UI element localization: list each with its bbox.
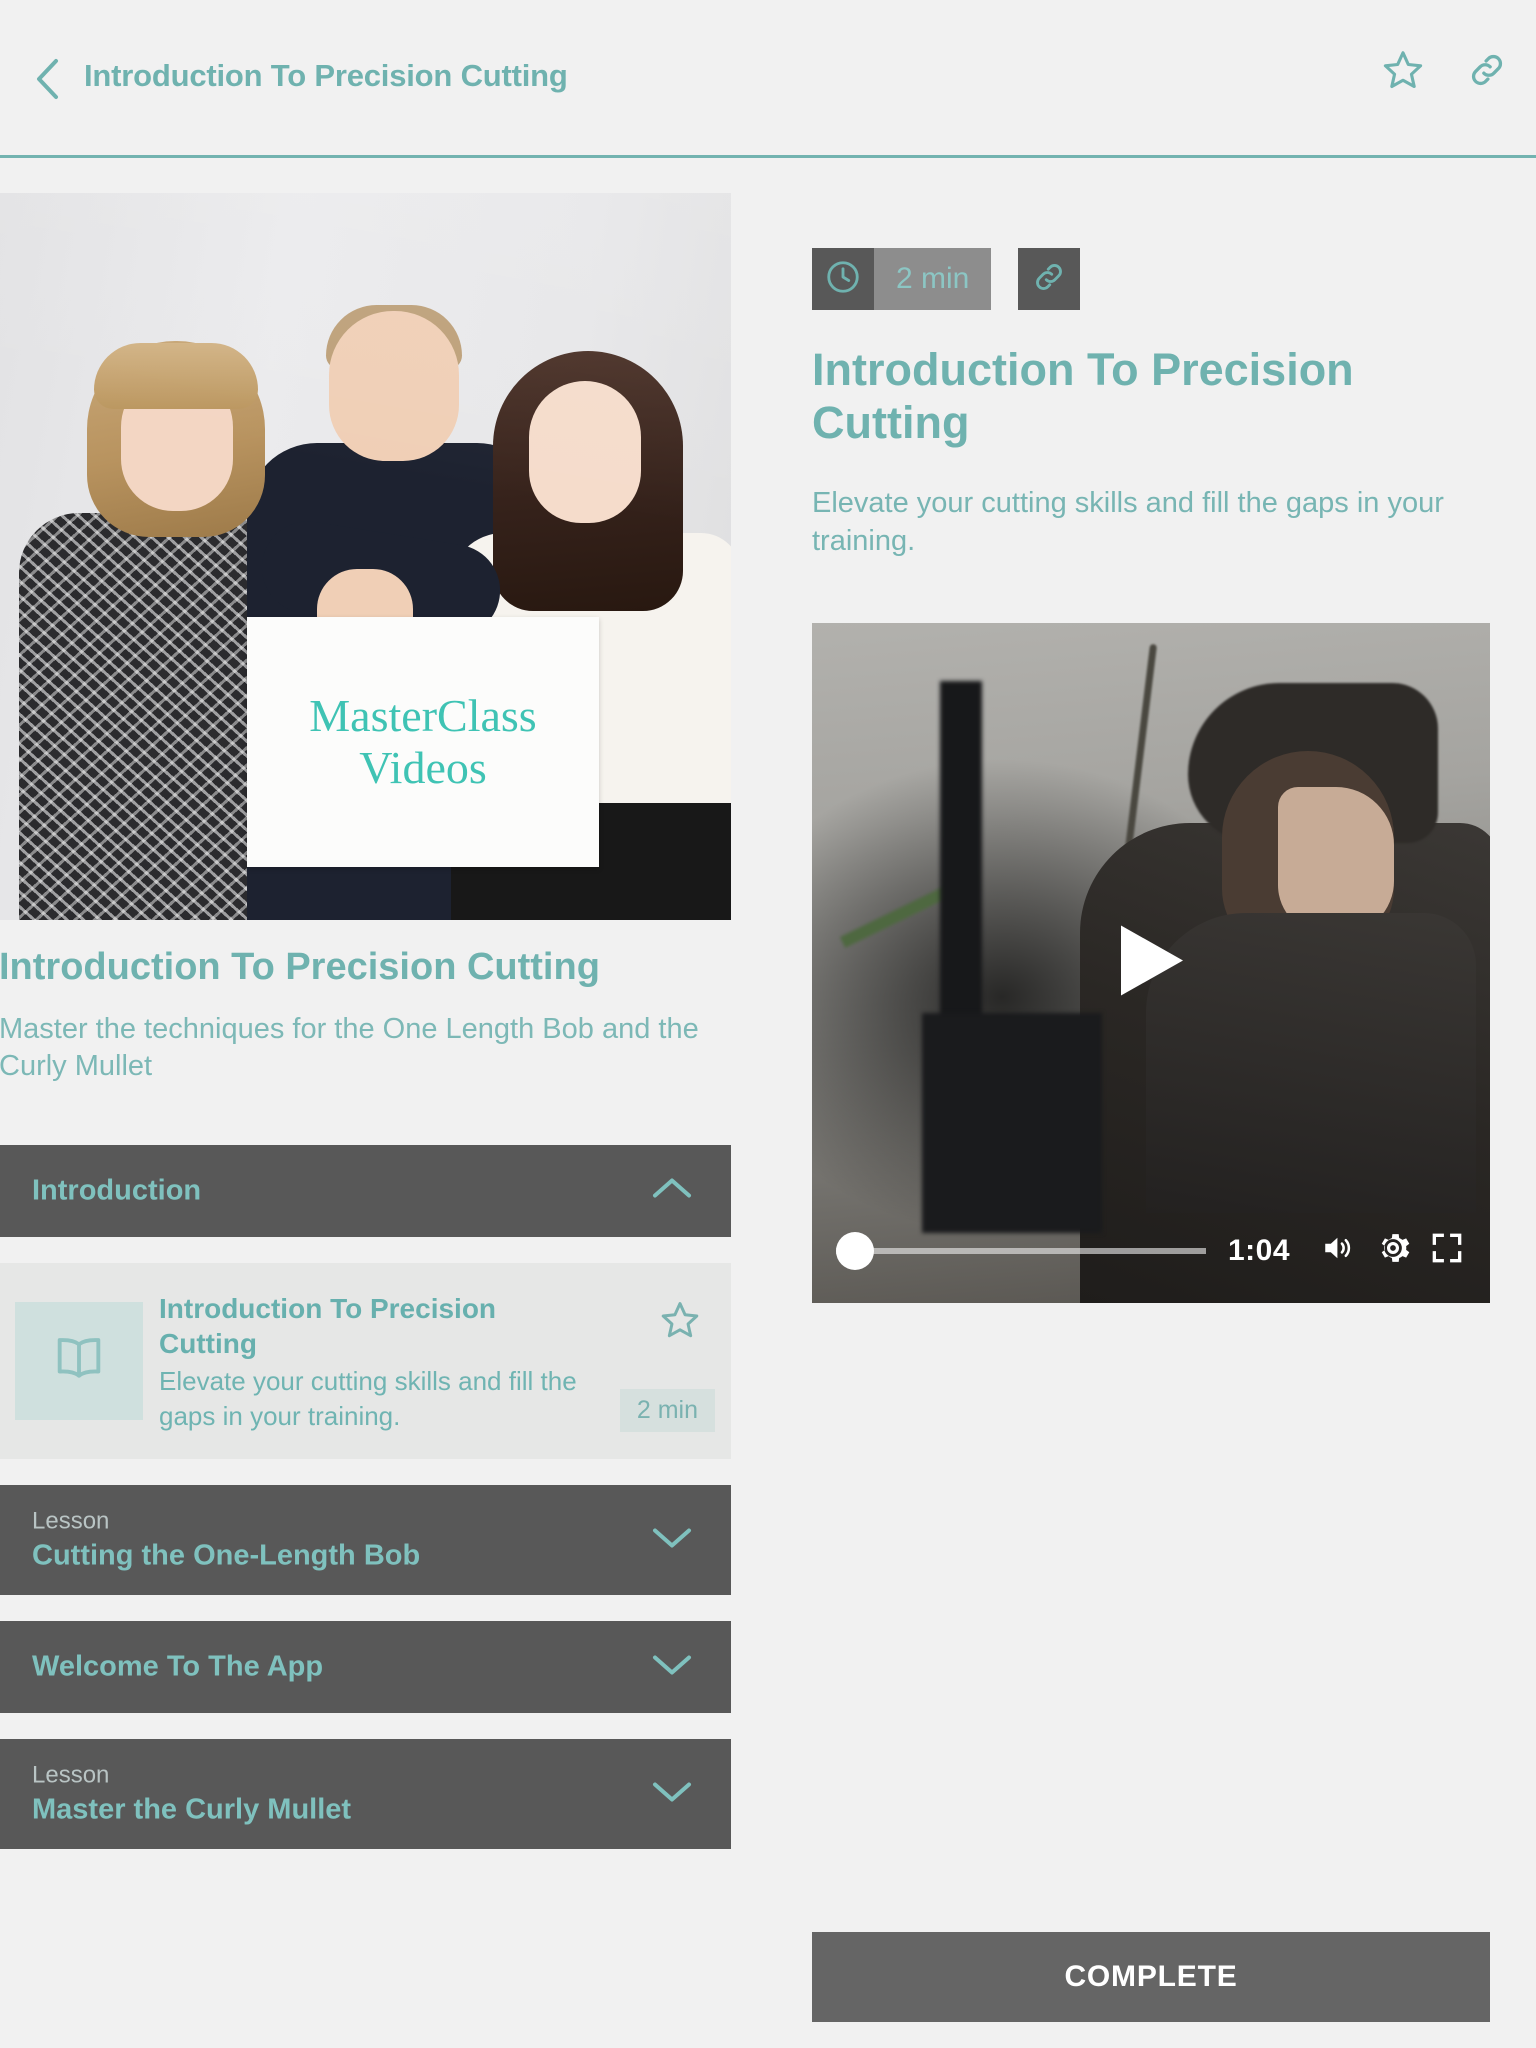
accordion-master-the-curly-mullet[interactable]: Lesson Master the Curly Mullet — [0, 1738, 731, 1849]
chevron-up-icon[interactable] — [649, 1173, 695, 1208]
accordion-welcome-to-the-app[interactable]: Welcome To The App — [0, 1620, 731, 1713]
course-title: Introduction To Precision Cutting — [0, 946, 600, 988]
accordion-welcome-inner: Welcome To The App — [32, 1649, 323, 1684]
video-model-cape — [1146, 912, 1476, 1213]
hero-image: MasterClass Videos — [0, 193, 731, 920]
detail-meta-row: 2 min — [812, 248, 1490, 310]
chevron-left-icon — [33, 57, 63, 101]
chevron-down-icon[interactable] — [649, 1649, 695, 1684]
hero-overlay — [0, 193, 731, 920]
detail-duration: 2 min — [874, 248, 992, 310]
lesson-card-duration: 2 min — [619, 1388, 715, 1432]
video-progress-handle[interactable] — [836, 1231, 874, 1270]
curriculum-list: Introduction Introduction To Precision C… — [0, 1144, 731, 1849]
app-header: Introduction To Precision Cutting — [0, 0, 1536, 158]
link-icon[interactable] — [1466, 49, 1508, 96]
accordion-introduction-inner: Introduction — [32, 1173, 201, 1208]
header-actions — [1380, 48, 1508, 97]
accordion-cutting-the-one-length-bob[interactable]: Lesson Cutting the One-Length Bob — [0, 1484, 731, 1595]
volume-up-icon[interactable] — [1318, 1230, 1358, 1271]
gear-icon[interactable] — [1374, 1229, 1412, 1272]
chevron-down-icon[interactable] — [649, 1776, 695, 1811]
video-prop-rig — [922, 1012, 1102, 1233]
left-column: MasterClass Videos Introduction To Preci… — [0, 193, 731, 1875]
star-outline-icon[interactable] — [1380, 48, 1426, 97]
video-time: 1:04 — [1227, 1233, 1290, 1267]
clock-badge — [812, 248, 874, 310]
link-icon — [1031, 259, 1067, 300]
lesson-card-text: Introduction To Precision Cutting Elevat… — [159, 1291, 579, 1434]
right-column: 2 min Introduction To Precision Cutting … — [812, 248, 1490, 1303]
detail-title: Introduction To Precision Cutting — [812, 344, 1354, 449]
fullscreen-icon[interactable] — [1428, 1229, 1466, 1272]
detail-description: Elevate your cutting skills and fill the… — [812, 487, 1444, 557]
chevron-down-icon[interactable] — [649, 1522, 695, 1557]
accordion-mullet-kicker: Lesson — [32, 1761, 110, 1789]
accordion-introduction-label: Introduction — [32, 1174, 202, 1207]
page-title: Introduction To Precision Cutting — [84, 58, 568, 93]
complete-button[interactable]: COMPLETE — [812, 1932, 1490, 2022]
lesson-card-title: Introduction To Precision Cutting — [159, 1292, 497, 1360]
video-progress-bar[interactable] — [836, 1231, 1206, 1270]
accordion-bob-label: Cutting the One-Length Bob — [32, 1539, 421, 1572]
lesson-thumbnail — [15, 1301, 143, 1420]
lesson-card-introduction[interactable]: Introduction To Precision Cutting Elevat… — [0, 1262, 731, 1459]
back-button[interactable] — [33, 57, 63, 101]
book-open-icon — [50, 1329, 108, 1392]
clock-icon — [824, 258, 862, 301]
video-controls: 1:04 — [812, 1229, 1490, 1273]
accordion-welcome-label: Welcome To The App — [32, 1650, 324, 1683]
accordion-bob-inner: Lesson Cutting the One-Length Bob — [32, 1506, 420, 1573]
star-outline-icon[interactable] — [658, 1299, 702, 1346]
video-player[interactable]: 1:04 — [812, 622, 1490, 1303]
lesson-card-description: Elevate your cutting skills and fill the… — [159, 1365, 577, 1431]
accordion-bob-kicker: Lesson — [32, 1507, 110, 1535]
accordion-introduction[interactable]: Introduction — [0, 1144, 731, 1237]
share-button[interactable] — [1018, 248, 1081, 310]
accordion-mullet-inner: Lesson Master the Curly Mullet — [32, 1760, 351, 1827]
play-icon[interactable] — [1115, 921, 1187, 1004]
course-subtitle: Master the techniques for the One Length… — [0, 1013, 699, 1082]
accordion-mullet-label: Master the Curly Mullet — [32, 1793, 352, 1826]
